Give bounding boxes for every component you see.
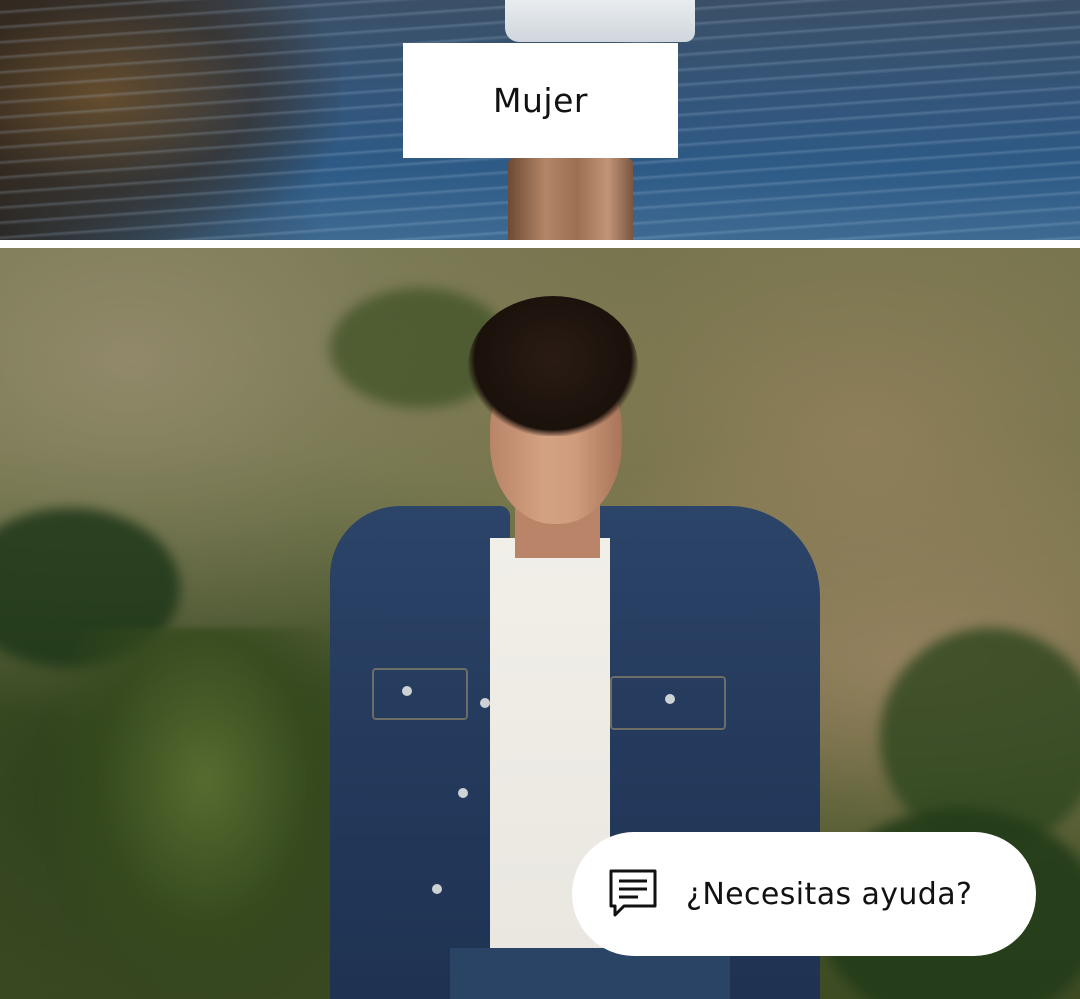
jacket-button bbox=[432, 884, 442, 894]
jacket-button bbox=[480, 698, 490, 708]
banner-divider bbox=[0, 240, 1080, 248]
model-hair bbox=[468, 296, 638, 436]
help-chat-label: ¿Necesitas ayuda? bbox=[686, 876, 973, 912]
banner-image-legs bbox=[508, 158, 633, 240]
jacket-pocket-left bbox=[372, 668, 468, 720]
women-category-banner[interactable]: Mujer bbox=[0, 0, 1080, 240]
jacket-button bbox=[402, 686, 412, 696]
jacket-button bbox=[665, 694, 675, 704]
page: Mujer ¿Necesitas ayuda? bbox=[0, 0, 1080, 999]
chat-message-icon bbox=[608, 868, 658, 920]
jacket-button bbox=[458, 788, 468, 798]
women-category-label: Mujer bbox=[493, 81, 588, 120]
denim-jacket-left bbox=[330, 506, 510, 999]
banner-image-skirt bbox=[505, 0, 695, 42]
help-chat-button[interactable]: ¿Necesitas ayuda? bbox=[572, 832, 1036, 956]
women-category-button[interactable]: Mujer bbox=[403, 43, 678, 158]
